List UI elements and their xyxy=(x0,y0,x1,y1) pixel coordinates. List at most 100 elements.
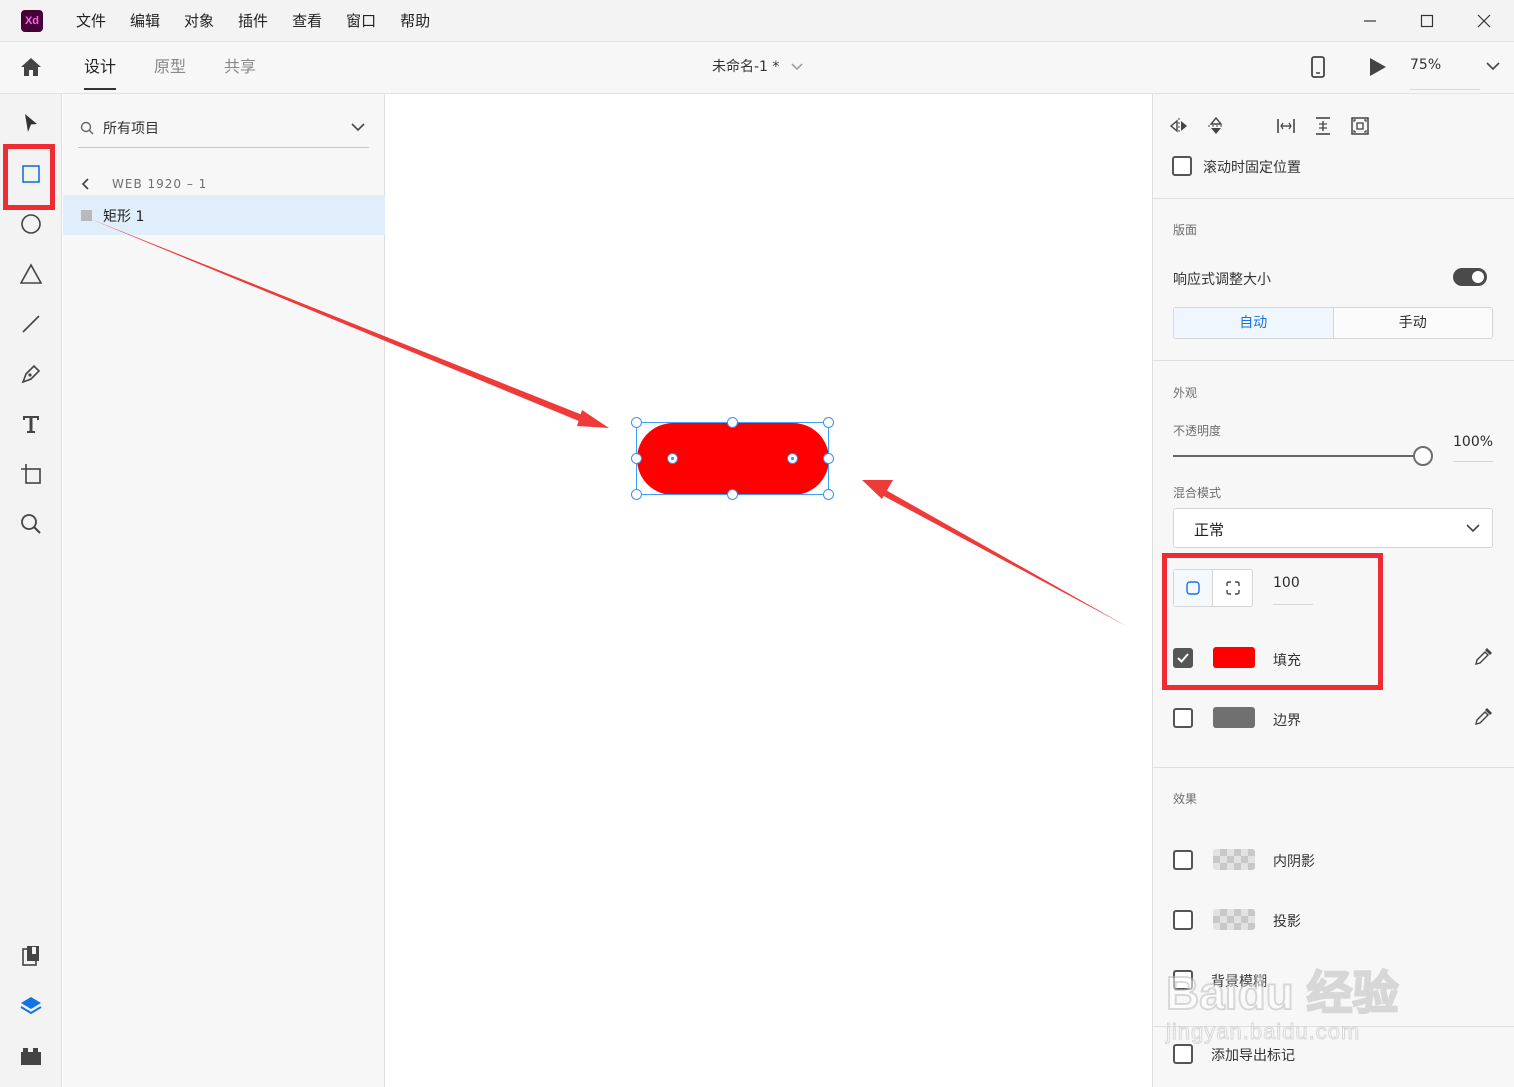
rectangle-layer-icon xyxy=(81,210,92,221)
polygon-tool[interactable] xyxy=(16,259,46,289)
tab-prototype[interactable]: 原型 xyxy=(154,42,186,94)
individual-corners-button[interactable] xyxy=(1213,570,1252,606)
document-title[interactable]: 未命名-1 * xyxy=(712,42,779,92)
search-icon xyxy=(80,121,94,135)
resize-handle-bottom-left[interactable] xyxy=(631,489,642,500)
rectangle-tool[interactable] xyxy=(16,159,46,189)
drop-shadow-label: 投影 xyxy=(1273,914,1301,930)
flip-vertical-icon[interactable] xyxy=(1206,116,1226,136)
responsive-resize-toggle[interactable] xyxy=(1453,268,1487,286)
resize-handle-bottom[interactable] xyxy=(727,489,738,500)
appearance-section-title: 外观 xyxy=(1173,386,1198,400)
export-mark-label: 添加导出标记 xyxy=(1211,1048,1295,1064)
canvas[interactable] xyxy=(386,94,1152,1087)
drop-shadow-checkbox[interactable] xyxy=(1173,910,1193,930)
export-mark-checkbox[interactable] xyxy=(1173,1044,1193,1064)
resize-handle-right[interactable] xyxy=(823,453,834,464)
resize-handle-top[interactable] xyxy=(727,417,738,428)
plugins-tool[interactable] xyxy=(16,1041,46,1071)
resize-handle-top-left[interactable] xyxy=(631,417,642,428)
chevron-down-icon xyxy=(1466,524,1480,533)
assets-tool[interactable] xyxy=(16,941,46,971)
opacity-value[interactable]: 100% xyxy=(1453,434,1493,462)
menu-view[interactable]: 查看 xyxy=(292,0,322,42)
layer-item[interactable]: 矩形 1 xyxy=(63,195,385,235)
corner-radius-handle-left[interactable] xyxy=(667,453,678,464)
corner-radius-value[interactable]: 100 xyxy=(1273,575,1313,605)
opacity-slider-knob[interactable] xyxy=(1413,446,1433,466)
resize-mode-manual[interactable]: 手动 xyxy=(1334,308,1493,338)
fix-position-checkbox[interactable] xyxy=(1172,156,1192,176)
line-tool-icon xyxy=(22,315,40,333)
select-tool-icon xyxy=(25,114,37,132)
blend-mode-select[interactable]: 正常 xyxy=(1173,508,1493,548)
corner-radius-handle-right[interactable] xyxy=(787,453,798,464)
minimize-button[interactable] xyxy=(1342,0,1398,42)
tool-rail xyxy=(0,94,62,1087)
title-bar: Xd 文件 编辑 对象 插件 查看 窗口 帮助 xyxy=(0,0,1514,42)
chevron-left-icon[interactable] xyxy=(81,178,91,190)
opacity-slider[interactable] xyxy=(1173,455,1423,457)
inner-shadow-swatch[interactable] xyxy=(1213,849,1255,870)
select-tool[interactable] xyxy=(16,108,46,138)
zoom-tool-icon xyxy=(21,514,41,534)
tab-design[interactable]: 设计 xyxy=(84,42,117,94)
drop-shadow-swatch[interactable] xyxy=(1213,909,1255,930)
menu-window[interactable]: 窗口 xyxy=(346,0,376,42)
menu-object[interactable]: 对象 xyxy=(184,0,214,42)
layers-icon xyxy=(20,997,42,1015)
eyedropper-icon[interactable] xyxy=(1473,707,1493,727)
play-icon[interactable] xyxy=(1367,57,1387,77)
resize-mode-segmented: 自动 手动 xyxy=(1173,307,1493,339)
divider xyxy=(1153,198,1514,199)
background-blur-checkbox[interactable] xyxy=(1173,970,1193,990)
menu-file[interactable]: 文件 xyxy=(76,0,106,42)
maximize-button[interactable] xyxy=(1399,0,1455,42)
layout-section-title: 版面 xyxy=(1173,223,1198,237)
distribute-horizontal-icon[interactable] xyxy=(1276,116,1296,136)
ellipse-tool[interactable] xyxy=(16,209,46,239)
chevron-down-icon[interactable] xyxy=(791,62,803,72)
inner-shadow-checkbox[interactable] xyxy=(1173,850,1193,870)
chevron-down-icon[interactable] xyxy=(351,122,365,132)
rectangle-tool-icon xyxy=(22,165,40,183)
blend-mode-value: 正常 xyxy=(1194,521,1225,539)
distribute-vertical-icon[interactable] xyxy=(1313,116,1333,136)
zoom-level[interactable]: 75% xyxy=(1410,42,1480,90)
close-button[interactable] xyxy=(1456,0,1512,42)
resize-handle-bottom-right[interactable] xyxy=(823,489,834,500)
pen-tool[interactable] xyxy=(16,359,46,389)
responsive-resize-label: 响应式调整大小 xyxy=(1173,272,1271,288)
fill-checkbox[interactable] xyxy=(1173,648,1193,668)
border-checkbox[interactable] xyxy=(1173,708,1193,728)
eyedropper-icon[interactable] xyxy=(1473,647,1493,667)
flip-horizontal-icon[interactable] xyxy=(1169,116,1189,136)
layers-panel: 所有项目 WEB 1920 – 1 矩形 1 xyxy=(63,94,385,1087)
artboard-tool[interactable] xyxy=(16,459,46,489)
layers-tool[interactable] xyxy=(16,991,46,1021)
home-icon[interactable] xyxy=(20,56,42,78)
properties-panel: 滚动时固定位置 版面 响应式调整大小 自动 手动 外观 不透明度 100% 混合… xyxy=(1152,94,1514,1087)
text-tool[interactable] xyxy=(16,409,46,439)
tab-share[interactable]: 共享 xyxy=(224,42,256,94)
menu-plugins[interactable]: 插件 xyxy=(238,0,268,42)
line-tool[interactable] xyxy=(16,309,46,339)
fill-label: 填充 xyxy=(1273,653,1301,669)
all-corners-button[interactable] xyxy=(1174,570,1213,606)
resize-mode-auto[interactable]: 自动 xyxy=(1174,308,1334,338)
menu-help[interactable]: 帮助 xyxy=(400,0,430,42)
fill-color-swatch[interactable] xyxy=(1213,647,1255,668)
zoom-tool[interactable] xyxy=(16,509,46,539)
border-color-swatch[interactable] xyxy=(1213,707,1255,728)
background-blur-label: 背景模糊 xyxy=(1211,974,1267,990)
effects-section-title: 效果 xyxy=(1173,792,1198,806)
zoom-chevron-icon[interactable] xyxy=(1486,61,1500,71)
layers-filter[interactable]: 所有项目 xyxy=(78,110,369,148)
ellipse-tool-icon xyxy=(21,214,41,234)
mobile-preview-icon[interactable] xyxy=(1310,56,1326,78)
menu-edit[interactable]: 编辑 xyxy=(130,0,160,42)
menu-bar: 文件 编辑 对象 插件 查看 窗口 帮助 xyxy=(76,0,454,42)
fit-to-frame-icon[interactable] xyxy=(1350,116,1370,136)
resize-handle-top-right[interactable] xyxy=(823,417,834,428)
resize-handle-left[interactable] xyxy=(631,453,642,464)
